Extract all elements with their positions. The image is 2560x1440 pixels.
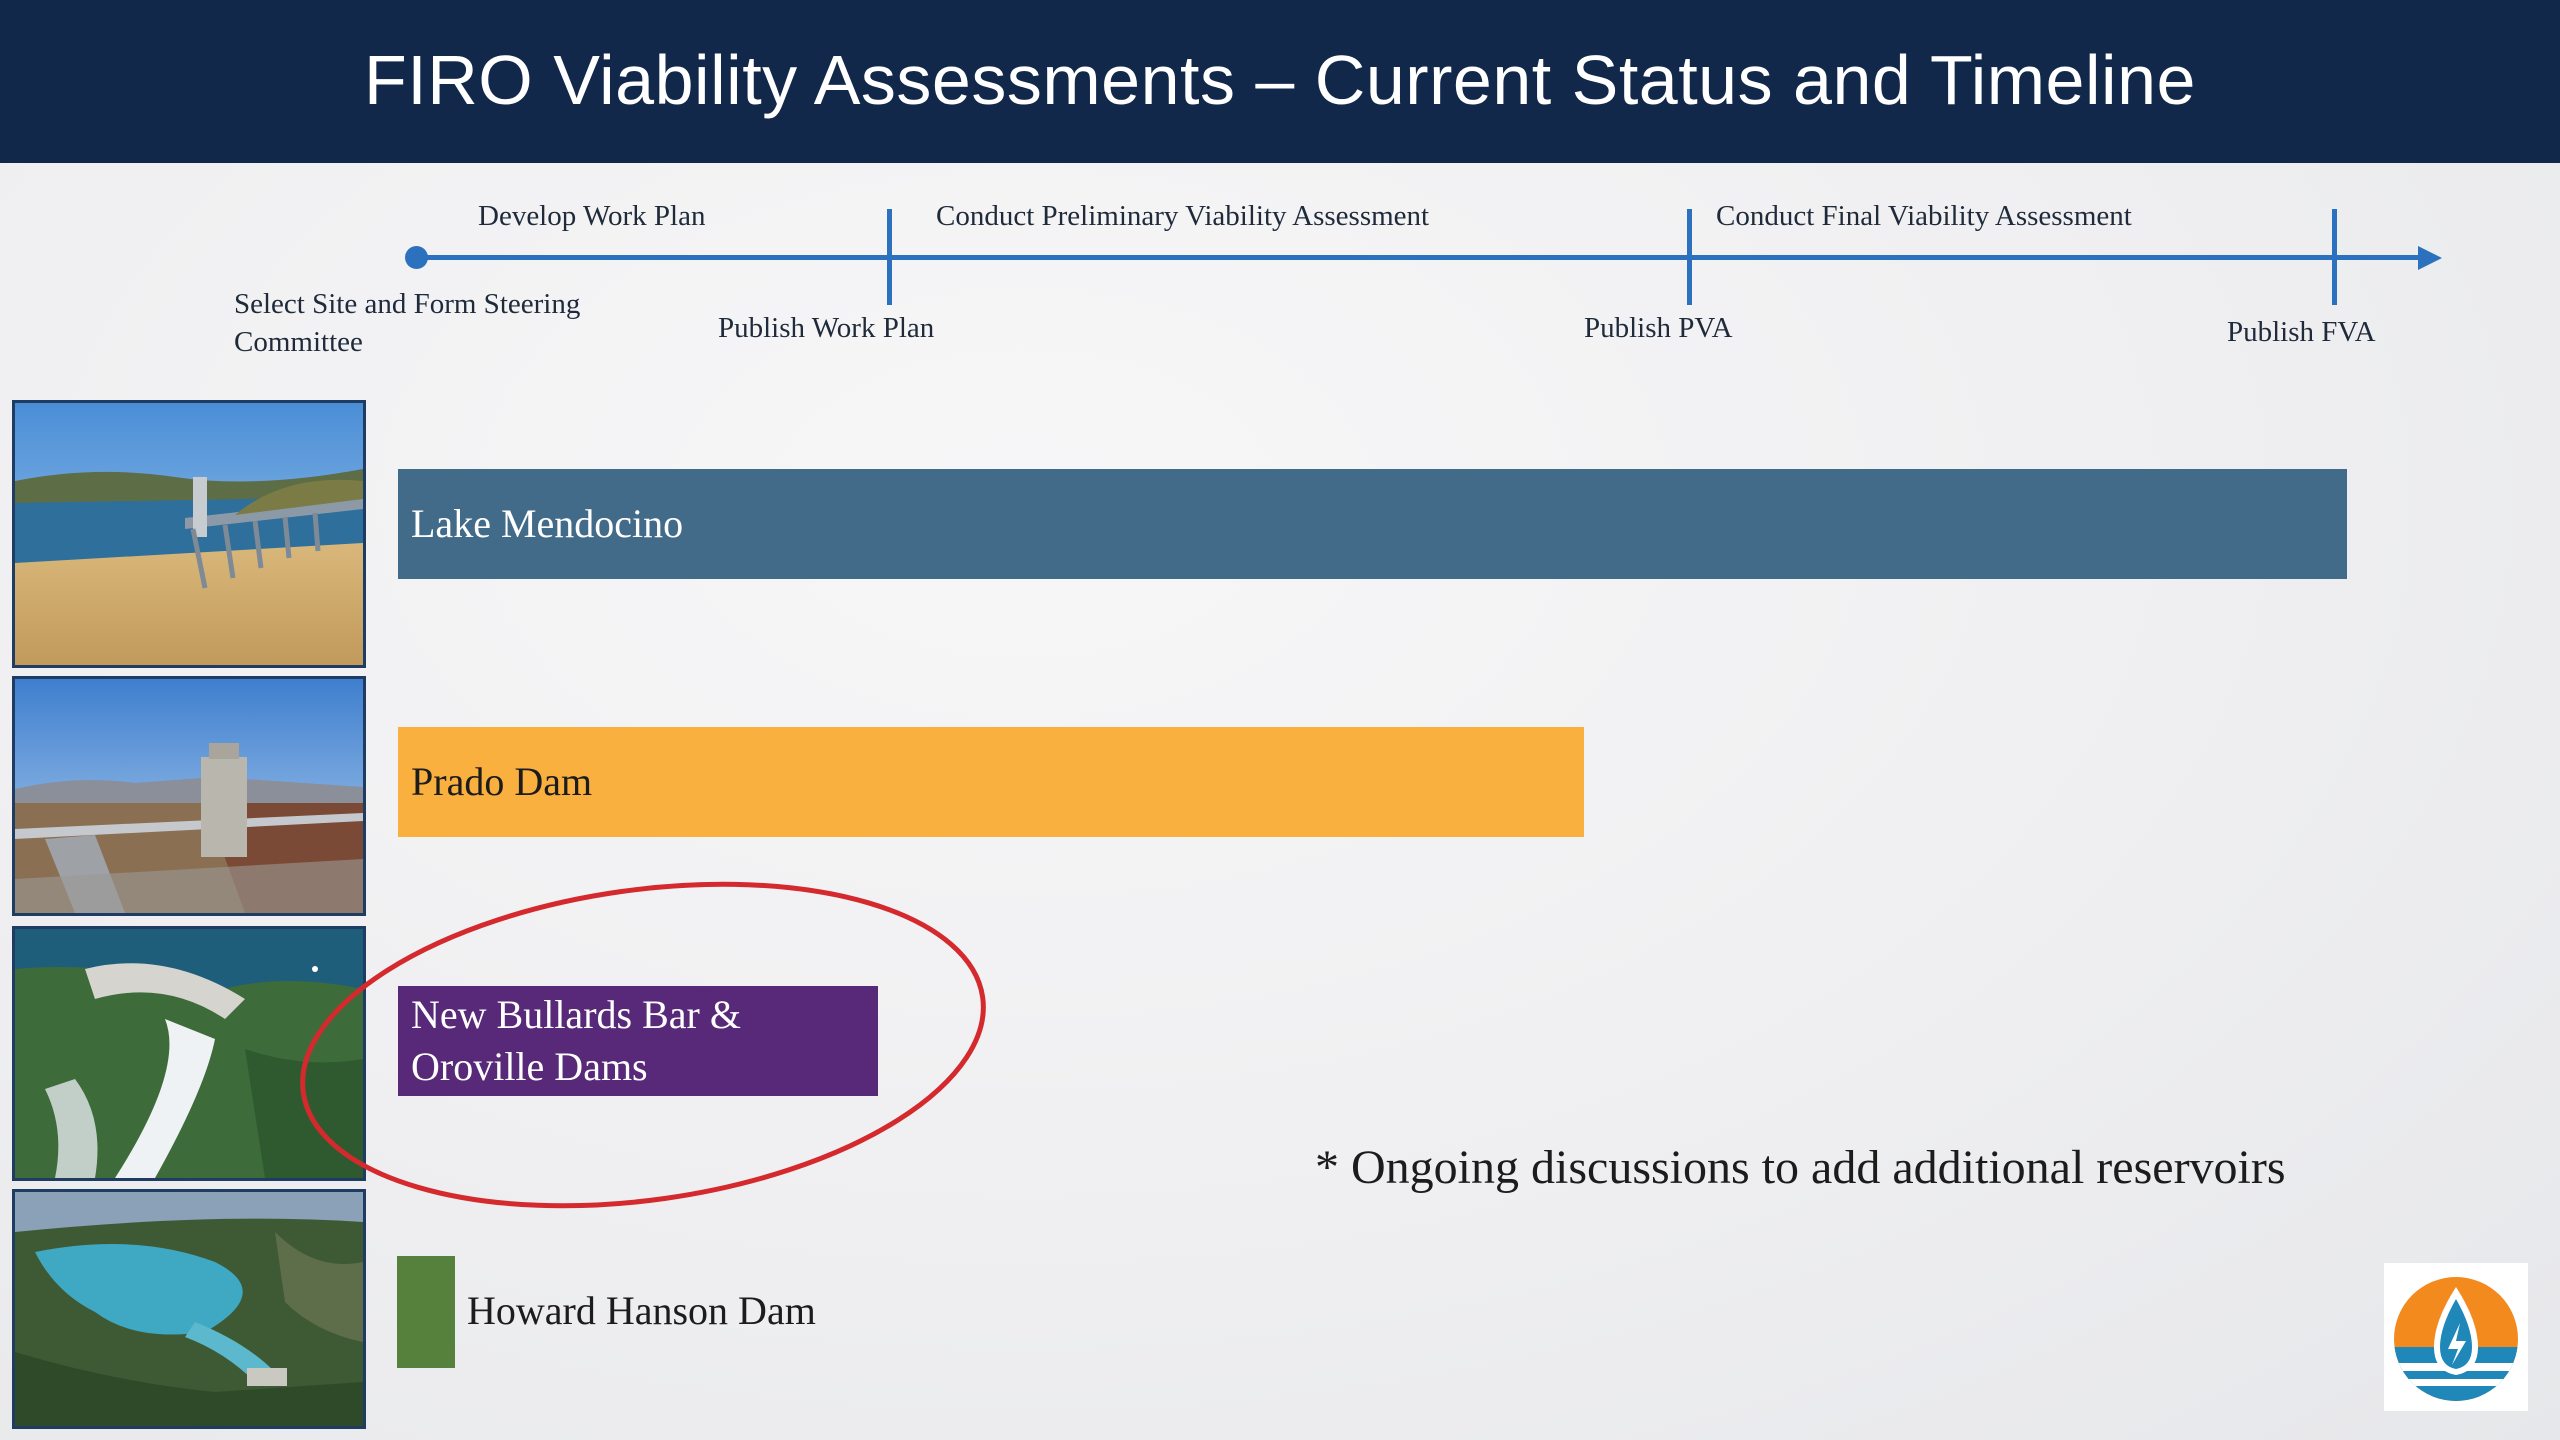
highlight-ellipse — [300, 881, 986, 1209]
firo-logo — [2384, 1263, 2528, 1411]
ongoing-discussions-note: * Ongoing discussions to add additional … — [1315, 1141, 2286, 1194]
